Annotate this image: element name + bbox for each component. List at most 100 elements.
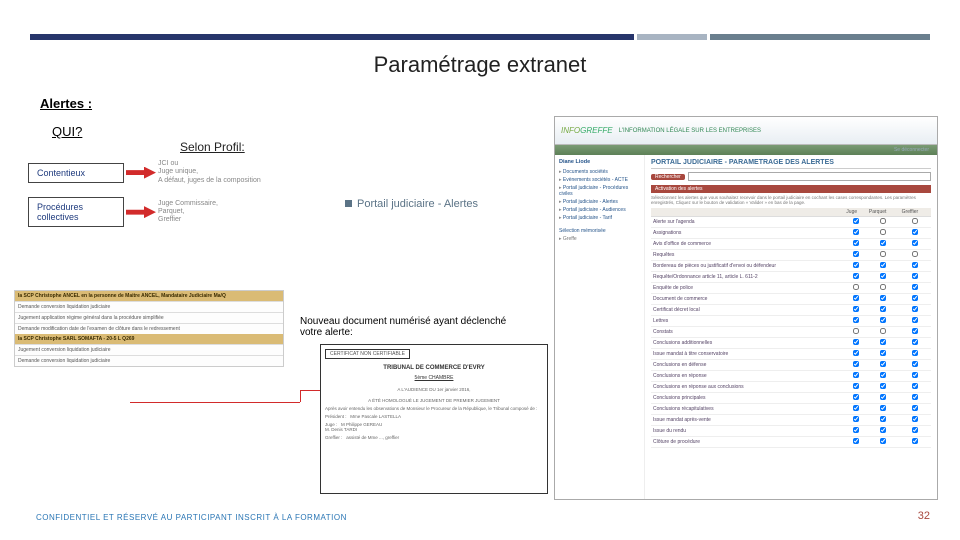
checkbox-cell [844,360,867,371]
alert-checkbox[interactable] [912,328,918,334]
alert-checkbox[interactable] [853,284,859,290]
checkbox-cell [900,283,931,294]
row-label: Lettres [651,316,844,327]
alert-checkbox[interactable] [853,306,859,312]
alert-checkbox[interactable] [853,438,859,444]
alert-checkbox[interactable] [853,394,859,400]
alert-checkbox[interactable] [853,405,859,411]
sidebar-item[interactable]: Portail judiciaire - Alertes [559,198,640,206]
sidebar-item[interactable]: Portail judiciaire - Tarif [559,214,640,222]
alert-checkbox[interactable] [880,372,886,378]
alert-checkbox[interactable] [880,383,886,389]
alert-checkbox[interactable] [880,405,886,411]
checkbox-cell [900,415,931,426]
alert-checkbox[interactable] [912,394,918,400]
alert-checkbox[interactable] [912,262,918,268]
alert-checkbox[interactable] [880,394,886,400]
alert-checkbox[interactable] [912,306,918,312]
heading-profil: Selon Profil: [180,140,245,154]
alert-checkbox[interactable] [853,317,859,323]
checkbox-cell [900,327,931,338]
sidebar-item[interactable]: Portail judiciaire - Procédures civiles [559,184,640,198]
alert-checkbox[interactable] [912,229,918,235]
alert-checkbox[interactable] [912,361,918,367]
alert-checkbox[interactable] [853,262,859,268]
search-input[interactable] [688,172,931,181]
alert-checkbox[interactable] [880,339,886,345]
alert-checkbox[interactable] [912,405,918,411]
alert-checkbox[interactable] [912,438,918,444]
alert-checkbox[interactable] [853,427,859,433]
alert-checkbox[interactable] [853,328,859,334]
doc-juge: Juge : M Philippe GEREAU M. Denis TARDI [325,422,543,432]
alert-checkbox[interactable] [912,240,918,246]
alert-checkbox[interactable] [880,251,886,257]
alert-checkbox[interactable] [880,416,886,422]
alert-checkbox[interactable] [912,383,918,389]
alert-checkbox[interactable] [880,350,886,356]
alert-checkbox[interactable] [853,240,859,246]
doc-tribunal: TRIBUNAL DE COMMERCE D'EVRY [325,365,543,371]
alert-checkbox[interactable] [853,251,859,257]
alert-checkbox[interactable] [912,218,918,224]
alert-checkbox[interactable] [880,240,886,246]
flow-row-contentieux: Contentieux JCI ou Juge unique, A défaut… [28,160,308,185]
alert-checkbox[interactable] [912,317,918,323]
alert-checkbox[interactable] [880,427,886,433]
alert-checkbox[interactable] [853,295,859,301]
sidebar-list-b: Greffe [559,235,640,243]
alert-checkbox[interactable] [912,273,918,279]
alert-checkbox[interactable] [880,361,886,367]
sidebar-item[interactable]: Greffe [559,235,640,243]
slide-title: Paramétrage extranet [0,52,960,78]
alert-checkbox[interactable] [853,229,859,235]
row-label: Conclusions additionnelles [651,338,844,349]
checkbox-cell [900,426,931,437]
alert-checkbox[interactable] [912,251,918,257]
alert-checkbox[interactable] [912,372,918,378]
alert-checkbox[interactable] [853,416,859,422]
alert-checkbox[interactable] [880,328,886,334]
doc-chamber: 5ème CHAMBRE [325,375,543,381]
portal-screenshot: INFOGREFFE L'INFORMATION LÉGALE SUR LES … [554,116,938,500]
alert-checkbox[interactable] [912,350,918,356]
doc-stamp: CERTIFICAT NON CERTIFIABLE [325,349,410,359]
alert-checkbox[interactable] [880,218,886,224]
sidebar-item[interactable]: Evènements sociétés - ACTE [559,176,640,184]
checkbox-cell [900,349,931,360]
alert-checkbox[interactable] [853,273,859,279]
checkbox-cell [844,327,867,338]
sidebar-item[interactable]: Documents sociétés [559,168,640,176]
alert-checkbox[interactable] [853,383,859,389]
alert-checkbox[interactable] [912,427,918,433]
alert-checkbox[interactable] [880,317,886,323]
sidebar-list-a: Documents sociétésEvènements sociétés - … [559,168,640,222]
checkbox-cell [844,349,867,360]
list-header-2: la SCP Christophe SARL SOMAFTA - 20-5 L … [15,334,283,344]
alert-checkbox[interactable] [912,295,918,301]
alert-checkbox[interactable] [853,372,859,378]
alert-checkbox[interactable] [880,295,886,301]
alert-checkbox[interactable] [853,339,859,345]
alert-checkbox[interactable] [853,218,859,224]
infogreffe-logo: INFOGREFFE [561,126,613,135]
alert-checkbox[interactable] [912,339,918,345]
alert-checkbox[interactable] [853,361,859,367]
portal-label: Portail judiciaire - Alertes [345,198,478,210]
checkbox-cell [867,437,900,448]
alert-checkbox[interactable] [880,438,886,444]
checkbox-cell [844,305,867,316]
alert-checkbox[interactable] [880,306,886,312]
checkbox-cell [867,294,900,305]
sidebar-item[interactable]: Portail judiciaire - Audiences [559,206,640,214]
alert-checkbox[interactable] [853,350,859,356]
alert-checkbox[interactable] [880,273,886,279]
alert-checkbox[interactable] [880,229,886,235]
checkbox-cell [844,338,867,349]
alert-checkbox[interactable] [912,284,918,290]
alert-checkbox[interactable] [880,284,886,290]
user-name: Diane Liode [559,159,640,165]
alert-checkbox[interactable] [912,416,918,422]
logout-link[interactable]: Se déconnecter [894,147,929,153]
alert-checkbox[interactable] [880,262,886,268]
